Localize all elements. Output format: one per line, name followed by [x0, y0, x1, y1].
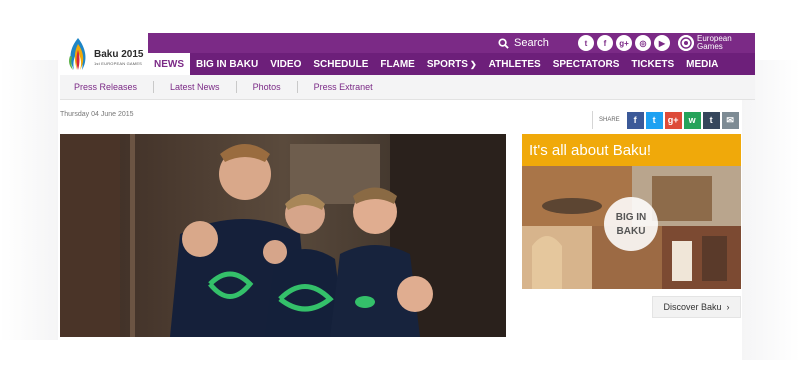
google-plus-icon[interactable]: g+	[616, 35, 632, 51]
nav-item-label: VIDEO	[270, 58, 302, 70]
subnav-photos[interactable]: Photos	[253, 82, 281, 92]
nav-item-tickets[interactable]: TICKETS	[625, 53, 680, 75]
article-photo	[60, 134, 506, 337]
nav-item-label: TICKETS	[631, 58, 675, 70]
background-decoration-left	[0, 60, 58, 340]
nav-item-label: SCHEDULE	[313, 58, 369, 70]
nav-item-label: SPORTS	[426, 58, 468, 70]
twitter-share-icon[interactable]: t	[645, 111, 663, 129]
logo-title: Baku 2015	[94, 49, 144, 60]
facebook-share-icon[interactable]: f	[626, 111, 644, 129]
youtube-icon[interactable]: ▶	[654, 35, 670, 51]
subnav-latest-news[interactable]: Latest News	[170, 82, 220, 92]
promo-title: It's all about Baku!	[522, 134, 741, 166]
arrow-right-icon: ›	[726, 302, 730, 312]
chevron-down-icon: ❯	[469, 59, 477, 69]
european-games-link[interactable]: European Games	[678, 34, 732, 52]
athletes-photo-illustration	[60, 134, 506, 337]
nav-item-schedule[interactable]: SCHEDULE	[307, 53, 374, 75]
share-label: SHARE	[599, 117, 620, 123]
subnav-divider	[235, 81, 237, 93]
collage-text-line1: BIG IN	[616, 212, 647, 223]
nav-item-media[interactable]: MEDIA	[680, 53, 724, 75]
nav-item-label: BIG IN BAKU	[196, 58, 259, 70]
big-in-baku-collage: BIG IN BAKU	[522, 166, 741, 289]
search-label: Search	[514, 37, 549, 49]
nav-item-label: MEDIA	[686, 58, 719, 70]
nav-item-news[interactable]: NEWS	[148, 53, 190, 75]
whatsapp-share-icon[interactable]: w	[683, 111, 701, 129]
article-date: Thursday 04 June 2015	[60, 111, 134, 118]
nav-item-label: ATHLETES	[488, 58, 541, 70]
main-navigation: NEWS BIG IN BAKU VIDEO SCHEDULE FLAME SP…	[148, 53, 755, 75]
logo-subtitle: 1st EUROPEAN GAMES	[94, 61, 143, 66]
collage-text-line2: BAKU	[617, 226, 646, 237]
tumblr-share-icon[interactable]: t	[702, 111, 720, 129]
baku-2015-logo[interactable]: Baku 2015 1st EUROPEAN GAMES	[64, 36, 146, 72]
social-links: t f g+ ◎ ▶	[578, 35, 670, 51]
subnav-press-extranet[interactable]: Press Extranet	[314, 82, 373, 92]
twitter-icon[interactable]: t	[578, 35, 594, 51]
nav-item-athletes[interactable]: ATHLETES	[483, 53, 547, 75]
google-plus-share-icon[interactable]: g+	[664, 111, 682, 129]
nav-item-label: FLAME	[380, 58, 415, 70]
facebook-icon[interactable]: f	[597, 35, 613, 51]
nav-item-big-in-baku[interactable]: BIG IN BAKU	[190, 53, 264, 75]
background-decoration-right	[742, 60, 800, 360]
subnav-divider	[296, 81, 298, 93]
european-games-label-line2: Games	[697, 42, 723, 51]
european-games-logo-icon	[678, 35, 694, 51]
discover-baku-label: Discover Baku	[663, 302, 722, 312]
discover-baku-button[interactable]: Discover Baku ›	[652, 296, 741, 318]
search-button[interactable]: Search	[498, 33, 549, 53]
sub-navigation: Press Releases Latest News Photos Press …	[60, 75, 755, 100]
nav-item-label: NEWS	[154, 58, 184, 70]
share-divider	[592, 111, 593, 129]
nav-item-video[interactable]: VIDEO	[264, 53, 307, 75]
email-share-icon[interactable]: ✉	[721, 111, 739, 129]
subnav-divider	[153, 81, 155, 93]
nav-item-spectators[interactable]: SPECTATORS	[547, 53, 626, 75]
top-bar: Search t f g+ ◎ ▶ European Games	[148, 33, 755, 53]
flame-logo-icon	[69, 38, 86, 70]
instagram-icon[interactable]: ◎	[635, 35, 651, 51]
nav-item-flame[interactable]: FLAME	[374, 53, 420, 75]
share-bar: SHARE f t g+ w t ✉	[592, 110, 739, 130]
search-icon	[498, 37, 509, 49]
nav-item-sports[interactable]: SPORTS ❯	[421, 53, 483, 75]
subnav-press-releases[interactable]: Press Releases	[74, 82, 137, 92]
nav-item-label: SPECTATORS	[552, 58, 620, 70]
big-in-baku-promo-image[interactable]: BIG IN BAKU	[522, 166, 741, 289]
